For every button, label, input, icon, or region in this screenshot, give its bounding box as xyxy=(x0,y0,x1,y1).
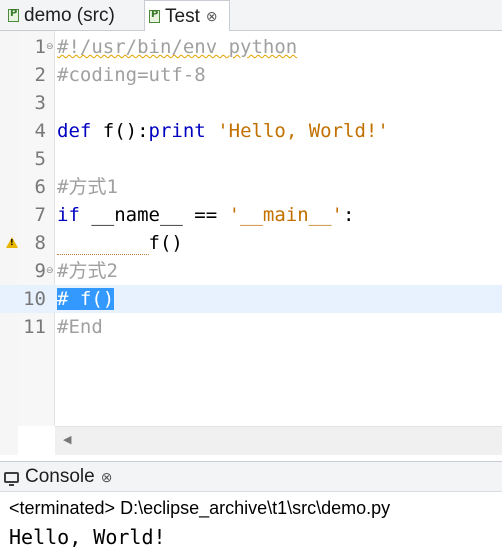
code-line: 6 #方式1 xyxy=(0,173,502,201)
console-status: <terminated> D:\eclipse_archive\t1\src\d… xyxy=(9,498,391,518)
python-file-icon xyxy=(8,8,19,22)
line-number: 8 xyxy=(34,232,46,254)
console-output[interactable]: Hello, World! xyxy=(9,523,166,551)
code-editor[interactable]: 1 ⊖ #!/usr/bin/env python 2 #coding=utf-… xyxy=(0,31,502,455)
console-tab-bar: Console ⊗ xyxy=(0,461,502,492)
code-text: #方式2 xyxy=(57,260,118,282)
code-line: 4 def f():print 'Hello, World!' xyxy=(0,117,502,145)
code-text-selected: # f() xyxy=(57,288,115,310)
editor-tab-bar: demo (src) Test ⊗ xyxy=(0,0,502,32)
code-line: 3 xyxy=(0,89,502,117)
code-line: 7 if __name__ == '__main__': xyxy=(0,201,502,229)
python-file-icon xyxy=(149,9,160,23)
code-line: 5 xyxy=(0,145,502,173)
line-number: 1 xyxy=(34,36,46,58)
line-number: 7 xyxy=(34,204,46,226)
line-number: 4 xyxy=(34,120,46,142)
code-line: 2 #coding=utf-8 xyxy=(0,61,502,89)
fold-icon[interactable]: ⊖ xyxy=(46,42,54,51)
console-tab-label: Console xyxy=(25,466,95,487)
tab-console[interactable]: Console ⊗ xyxy=(4,462,112,492)
code-text: if __name__ == '__main__': xyxy=(57,204,355,226)
close-icon[interactable]: ⊗ xyxy=(101,469,113,486)
code-text: #方式1 xyxy=(57,176,118,198)
tab-label: Test xyxy=(165,5,200,27)
code-line: 11 #End xyxy=(0,313,502,341)
fold-icon[interactable]: ⊖ xyxy=(46,266,54,275)
line-number: 10 xyxy=(23,288,46,310)
line-number: 3 xyxy=(34,92,46,114)
line-number: 9 xyxy=(34,260,46,282)
tab-demo-src[interactable]: demo (src) xyxy=(8,0,144,31)
line-number: 6 xyxy=(34,176,46,198)
code-text: def f():print 'Hello, World!' xyxy=(57,120,389,142)
tab-label: demo (src) xyxy=(24,4,115,26)
tab-test[interactable]: Test ⊗ xyxy=(144,0,230,32)
close-icon[interactable]: ⊗ xyxy=(206,8,218,25)
horizontal-scrollbar[interactable]: ◀ xyxy=(55,426,502,455)
line-number: 5 xyxy=(34,148,46,170)
line-number: 2 xyxy=(34,64,46,86)
line-number: 11 xyxy=(23,316,46,338)
code-text: #!/usr/bin/env python xyxy=(57,36,298,58)
warning-icon[interactable] xyxy=(6,237,18,248)
code-line-current: 10 # f() xyxy=(0,285,502,313)
scroll-left-arrow-icon[interactable]: ◀ xyxy=(63,433,71,446)
code-line: 1 ⊖ #!/usr/bin/env python xyxy=(0,33,502,61)
code-line: 9 ⊖ #方式2 xyxy=(0,257,502,285)
console-icon xyxy=(4,471,19,486)
code-text: #End xyxy=(57,316,103,338)
code-text: #coding=utf-8 xyxy=(57,64,206,86)
code-line: 8 f() xyxy=(0,229,502,257)
code-text: f() xyxy=(57,229,183,257)
